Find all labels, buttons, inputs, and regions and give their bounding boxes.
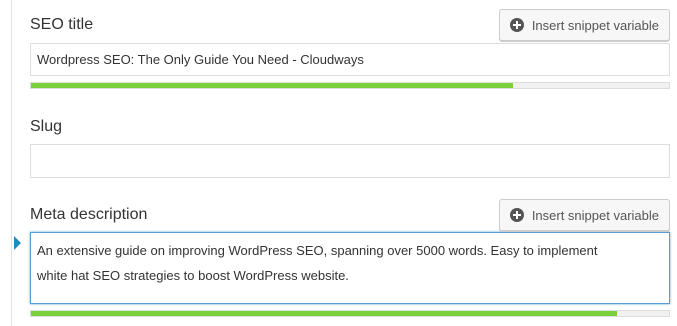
- seo-title-progress-fill: [31, 83, 514, 88]
- meta-description-section: Meta description Insert snippet variable…: [30, 198, 670, 317]
- plus-circle-icon: [509, 208, 524, 222]
- slug-section: Slug: [30, 114, 670, 178]
- slug-header: Slug: [30, 114, 670, 148]
- insert-snippet-label: Insert snippet variable: [531, 207, 659, 223]
- meta-description-progress-bar: [30, 310, 670, 317]
- focus-indicator-arrow: [14, 236, 21, 250]
- slug-label: Slug: [30, 118, 63, 135]
- seo-title-section: SEO title Insert snippet variable Wordpr…: [30, 8, 670, 89]
- meta-description-label: Meta description: [30, 206, 148, 223]
- meta-description-progress-fill: [31, 311, 617, 316]
- meta-description-insert-snippet-button[interactable]: Insert snippet variable: [498, 199, 670, 231]
- plus-circle-icon: [509, 18, 524, 32]
- meta-description-textarea[interactable]: An extensive guide on improving WordPres…: [30, 232, 670, 304]
- insert-snippet-label: Insert snippet variable: [531, 17, 659, 33]
- slug-input[interactable]: [30, 144, 670, 178]
- seo-title-input[interactable]: Wordpress SEO: The Only Guide You Need -…: [30, 43, 670, 76]
- snippet-editor: SEO title Insert snippet variable Wordpr…: [0, 0, 677, 326]
- seo-title-progress-bar: [30, 82, 670, 89]
- left-divider: [11, 0, 12, 326]
- seo-title-header: SEO title Insert snippet variable: [30, 8, 670, 42]
- seo-title-insert-snippet-button[interactable]: Insert snippet variable: [498, 9, 670, 41]
- seo-title-label: SEO title: [30, 16, 94, 33]
- meta-description-header: Meta description Insert snippet variable: [30, 198, 670, 232]
